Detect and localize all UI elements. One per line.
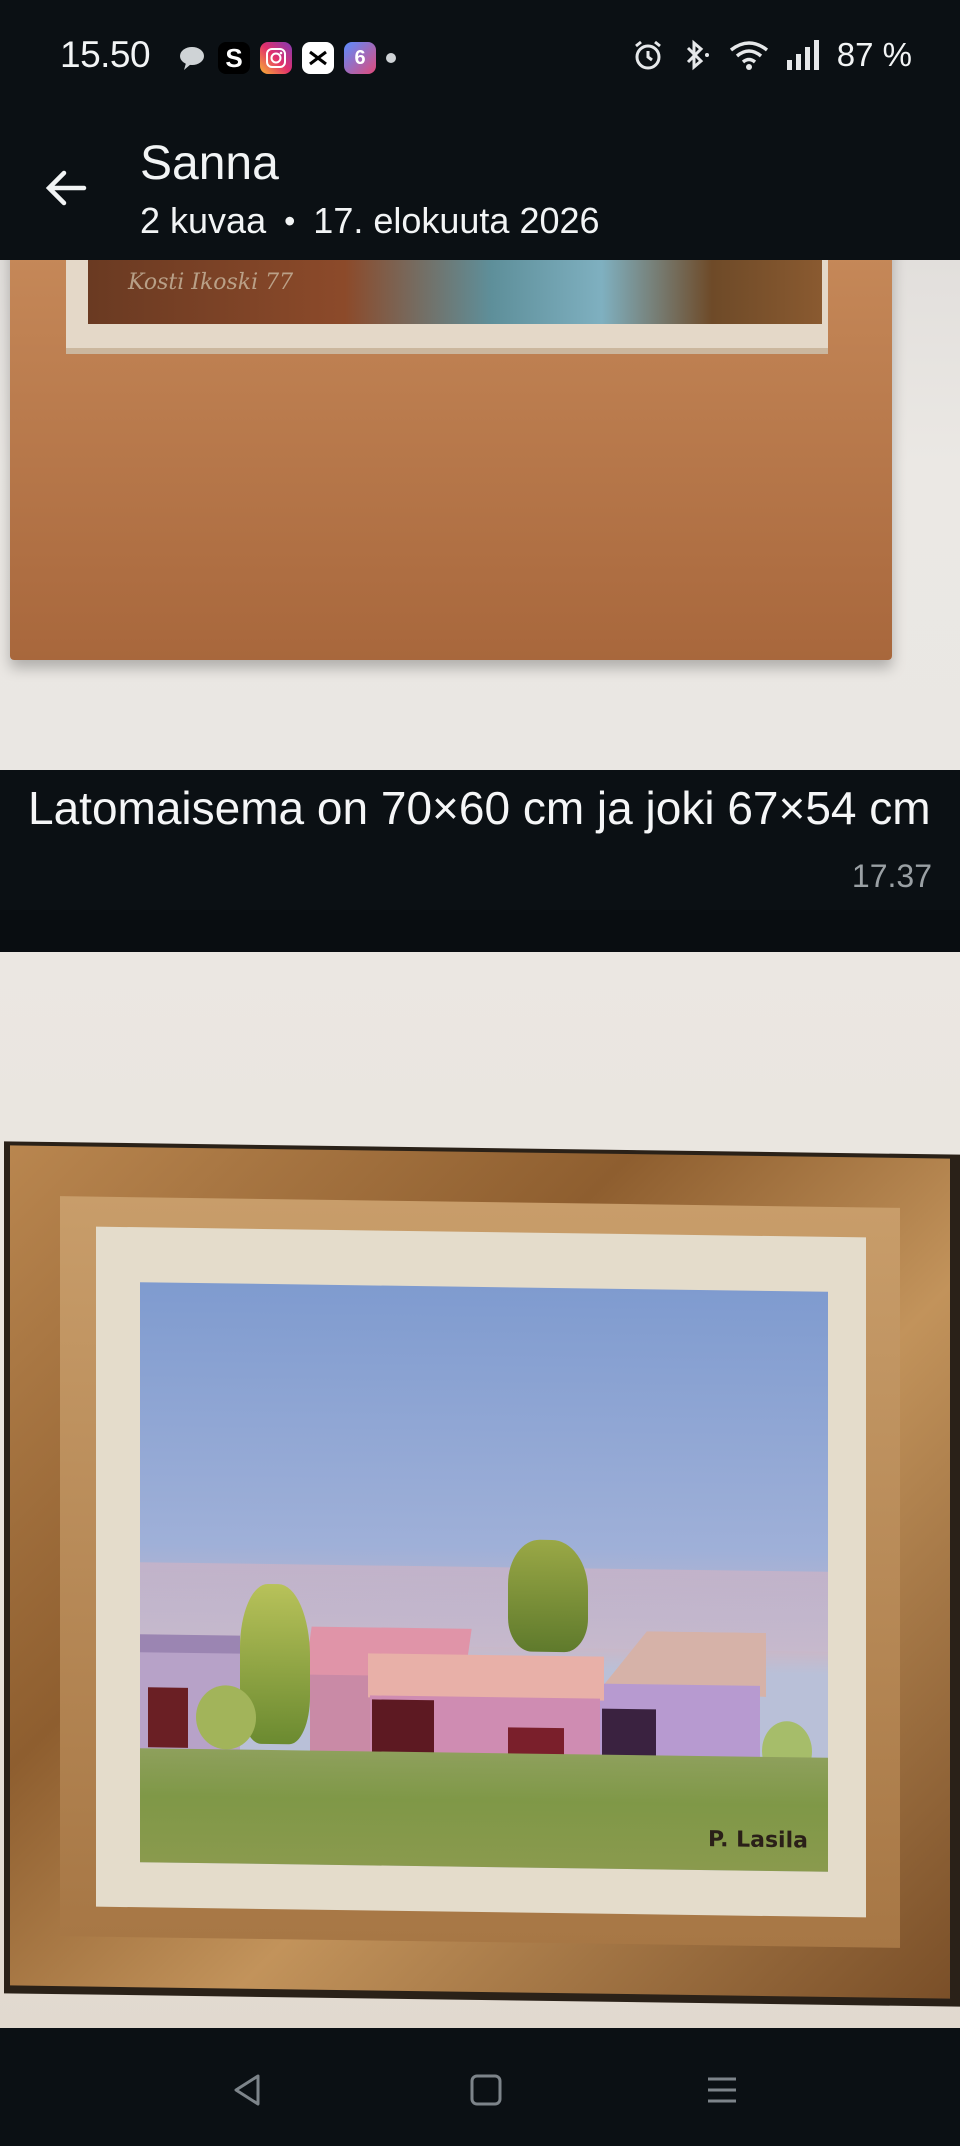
square-home-icon bbox=[470, 2074, 502, 2106]
painting-signature: Kosti Ikoski 77 bbox=[128, 270, 294, 295]
tree bbox=[508, 1539, 588, 1653]
chat-bubble-icon bbox=[176, 42, 208, 74]
caption-text: Latomaisema on 70×60 cm ja joki 67×54 cm bbox=[28, 782, 931, 834]
barn-door bbox=[148, 1687, 188, 1748]
triangle-back-icon bbox=[234, 2074, 260, 2106]
wifi-icon bbox=[727, 38, 771, 72]
signal-icon bbox=[785, 38, 823, 72]
photo-barn-painting[interactable]: P. Lasila bbox=[0, 952, 960, 2028]
s-app-icon: S bbox=[218, 42, 250, 74]
tree bbox=[196, 1684, 256, 1750]
menu-lines-icon bbox=[708, 2077, 736, 2103]
system-status: 87 % bbox=[631, 36, 912, 74]
barn-painting-canvas: P. Lasila bbox=[140, 1282, 828, 1872]
battery-percent: 87 % bbox=[836, 36, 912, 73]
instagram-icon bbox=[260, 42, 292, 74]
photo-divider bbox=[0, 910, 960, 952]
nav-recents-button[interactable] bbox=[692, 2060, 752, 2120]
barn-roof bbox=[368, 1653, 604, 1701]
app-bar: Sanna 2 kuvaa • 17. elokuuta 2026 bbox=[0, 118, 960, 260]
message-time: 17.37 bbox=[851, 858, 932, 894]
river-painting-canvas: Kosti Ikoski 77 bbox=[88, 260, 822, 324]
bluetooth-icon bbox=[679, 38, 713, 72]
photo-date: 17. elokuuta 2026 bbox=[313, 200, 600, 241]
painting-signature: P. Lasila bbox=[708, 1827, 808, 1854]
system-nav-bar bbox=[0, 2028, 960, 2146]
photo-count: 2 kuvaa bbox=[140, 200, 267, 241]
capcut-icon bbox=[302, 42, 334, 74]
six-app-icon: 6 bbox=[344, 42, 376, 74]
status-time: 15.50 bbox=[60, 34, 151, 75]
notification-icons: S 6 bbox=[176, 40, 396, 76]
photo-caption: Latomaisema on 70×60 cm ja joki 67×54 cm… bbox=[0, 770, 960, 910]
chat-title: Sanna bbox=[140, 137, 279, 190]
arrow-left-icon bbox=[45, 170, 87, 206]
separator-dot: • bbox=[284, 202, 296, 239]
alarm-icon bbox=[631, 38, 665, 72]
nav-home-button[interactable] bbox=[456, 2060, 516, 2120]
chat-subtitle: 2 kuvaa • 17. elokuuta 2026 bbox=[140, 200, 600, 242]
photo-river-painting[interactable]: Kosti Ikoski 77 bbox=[0, 260, 960, 770]
status-bar: 15.50 S 6 87 % bbox=[0, 0, 960, 118]
nav-back-button[interactable] bbox=[218, 2060, 278, 2120]
more-dot-icon bbox=[386, 53, 396, 63]
field bbox=[140, 1748, 828, 1872]
back-button[interactable] bbox=[36, 158, 96, 218]
